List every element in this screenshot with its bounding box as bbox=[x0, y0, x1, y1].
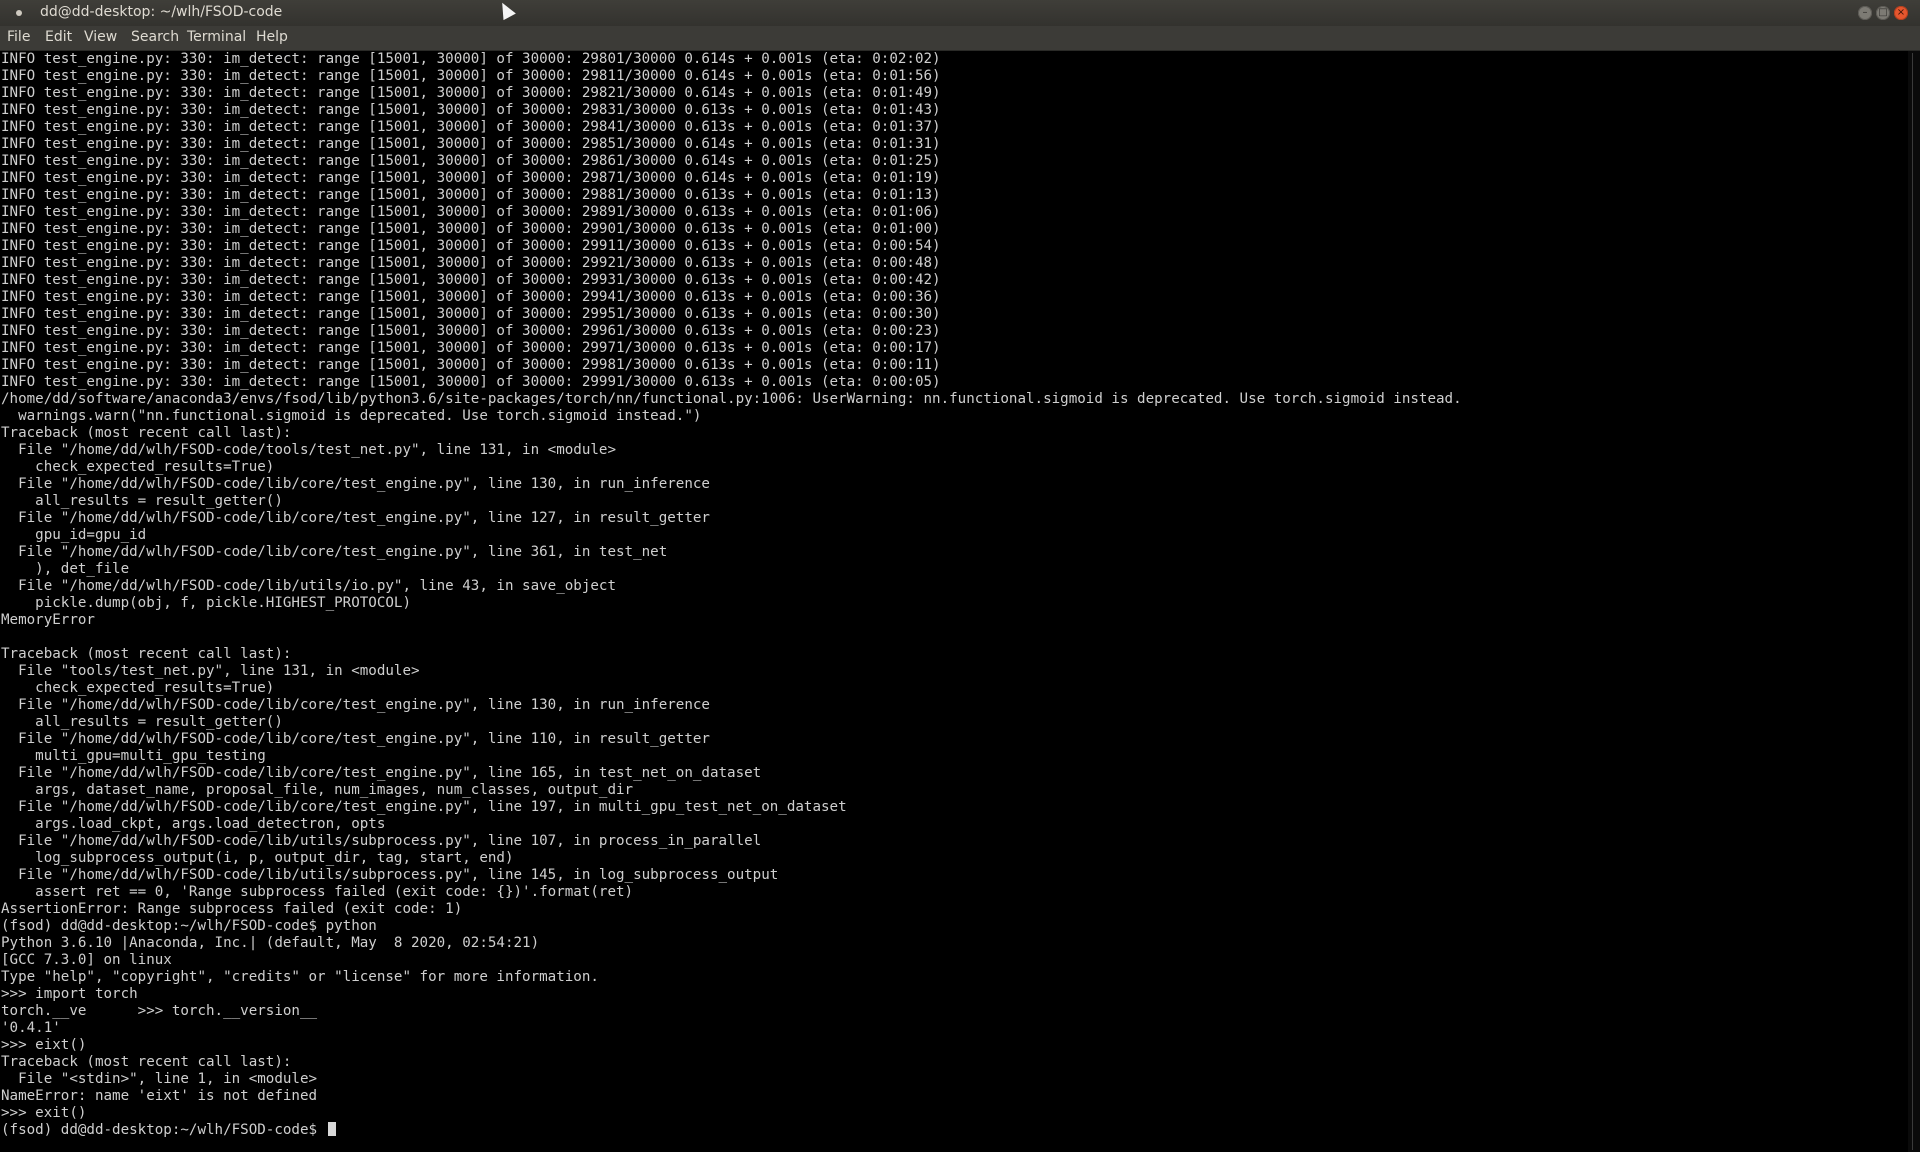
minimize-icon[interactable]: – bbox=[1858, 6, 1872, 20]
terminal-line: INFO test_engine.py: 330: im_detect: ran… bbox=[1, 357, 941, 373]
terminal-line: NameError: name 'eixt' is not defined bbox=[1, 1088, 318, 1104]
terminal-line: INFO test_engine.py: 330: im_detect: ran… bbox=[1, 221, 941, 237]
window-menu-icon[interactable] bbox=[16, 10, 22, 16]
terminal-line: '0.4.1' bbox=[1, 1020, 61, 1036]
terminal-line: >>> import torch bbox=[1, 986, 138, 1002]
terminal-line: Traceback (most recent call last): bbox=[1, 646, 292, 662]
maximize-icon[interactable]: □ bbox=[1876, 6, 1890, 20]
terminal-line: check_expected_results=True) bbox=[1, 680, 275, 696]
terminal-line: ), det_file bbox=[1, 561, 130, 577]
terminal-line: torch.__ve >>> torch.__version__ bbox=[1, 1003, 318, 1019]
terminal-line: check_expected_results=True) bbox=[1, 459, 275, 475]
terminal-line: INFO test_engine.py: 330: im_detect: ran… bbox=[1, 374, 941, 390]
text-cursor bbox=[327, 1122, 336, 1136]
terminal-line: INFO test_engine.py: 330: im_detect: ran… bbox=[1, 51, 941, 67]
terminal-line: INFO test_engine.py: 330: im_detect: ran… bbox=[1, 102, 941, 118]
terminal-line: File "/home/dd/wlh/FSOD-code/tools/test_… bbox=[1, 442, 616, 458]
terminal-line: multi_gpu=multi_gpu_testing bbox=[1, 748, 266, 764]
terminal-line: File "/home/dd/wlh/FSOD-code/lib/core/te… bbox=[1, 510, 710, 526]
close-icon[interactable]: × bbox=[1894, 6, 1908, 20]
menu-search[interactable]: Search bbox=[131, 29, 179, 45]
terminal-line: args, dataset_name, proposal_file, num_i… bbox=[1, 782, 634, 798]
terminal-line: File "/home/dd/wlh/FSOD-code/lib/utils/i… bbox=[1, 578, 616, 594]
terminal-line: File "/home/dd/wlh/FSOD-code/lib/core/te… bbox=[1, 799, 847, 815]
terminal-line: INFO test_engine.py: 330: im_detect: ran… bbox=[1, 306, 941, 322]
terminal-line: INFO test_engine.py: 330: im_detect: ran… bbox=[1, 119, 941, 135]
shell-prompt: (fsod) dd@dd-desktop:~/wlh/FSOD-code$ bbox=[1, 1122, 326, 1138]
terminal-line: gpu_id=gpu_id bbox=[1, 527, 147, 543]
menu-bar: File Edit View Search Terminal Help bbox=[0, 26, 1920, 51]
menu-view[interactable]: View bbox=[84, 29, 117, 45]
terminal-line: INFO test_engine.py: 330: im_detect: ran… bbox=[1, 340, 941, 356]
terminal-line: File "/home/dd/wlh/FSOD-code/lib/core/te… bbox=[1, 731, 710, 747]
terminal-line: INFO test_engine.py: 330: im_detect: ran… bbox=[1, 153, 941, 169]
terminal-scrollbar[interactable] bbox=[1908, 51, 1920, 1152]
scrollbar-track[interactable] bbox=[1912, 53, 1913, 1150]
terminal-line: warnings.warn("nn.functional.sigmoid is … bbox=[1, 408, 702, 424]
terminal-line: File "/home/dd/wlh/FSOD-code/lib/core/te… bbox=[1, 765, 762, 781]
terminal-line: assert ret == 0, 'Range subprocess faile… bbox=[1, 884, 634, 900]
prompt-line[interactable]: (fsod) dd@dd-desktop:~/wlh/FSOD-code$ bbox=[1, 1122, 1908, 1139]
terminal-line: /home/dd/software/anaconda3/envs/fsod/li… bbox=[1, 391, 1462, 407]
terminal-line: Type "help", "copyright", "credits" or "… bbox=[1, 969, 599, 985]
terminal-line: INFO test_engine.py: 330: im_detect: ran… bbox=[1, 204, 941, 220]
terminal-line: File "<stdin>", line 1, in <module> bbox=[1, 1071, 318, 1087]
terminal-line: INFO test_engine.py: 330: im_detect: ran… bbox=[1, 323, 941, 339]
terminal-line: INFO test_engine.py: 330: im_detect: ran… bbox=[1, 68, 941, 84]
terminal-line: args.load_ckpt, args.load_detectron, opt… bbox=[1, 816, 386, 832]
terminal-line: INFO test_engine.py: 330: im_detect: ran… bbox=[1, 255, 941, 271]
terminal-line: File "/home/dd/wlh/FSOD-code/lib/core/te… bbox=[1, 476, 710, 492]
terminal-line: log_subprocess_output(i, p, output_dir, … bbox=[1, 850, 514, 866]
terminal-line: Traceback (most recent call last): bbox=[1, 1054, 292, 1070]
menu-edit[interactable]: Edit bbox=[45, 29, 72, 45]
menu-terminal[interactable]: Terminal bbox=[187, 29, 246, 45]
terminal-line: [GCC 7.3.0] on linux bbox=[1, 952, 172, 968]
terminal-line: Traceback (most recent call last): bbox=[1, 425, 292, 441]
window-title: dd@dd-desktop: ~/wlh/FSOD-code bbox=[40, 4, 283, 20]
terminal-line: >>> exit() bbox=[1, 1105, 87, 1121]
terminal-line: pickle.dump(obj, f, pickle.HIGHEST_PROTO… bbox=[1, 595, 411, 611]
terminal-line: >>> eixt() bbox=[1, 1037, 87, 1053]
terminal-line: File "/home/dd/wlh/FSOD-code/lib/utils/s… bbox=[1, 867, 779, 883]
terminal-line: File "/home/dd/wlh/FSOD-code/lib/core/te… bbox=[1, 544, 668, 560]
menu-file[interactable]: File bbox=[7, 29, 30, 45]
terminal-output[interactable]: INFO test_engine.py: 330: im_detect: ran… bbox=[0, 51, 1908, 1152]
terminal-line: AssertionError: Range subprocess failed … bbox=[1, 901, 463, 917]
terminal-line: INFO test_engine.py: 330: im_detect: ran… bbox=[1, 85, 941, 101]
title-bar[interactable]: dd@dd-desktop: ~/wlh/FSOD-code – □ × bbox=[0, 0, 1920, 26]
terminal-line: INFO test_engine.py: 330: im_detect: ran… bbox=[1, 238, 941, 254]
terminal-line: all_results = result_getter() bbox=[1, 493, 283, 509]
terminal-line: INFO test_engine.py: 330: im_detect: ran… bbox=[1, 136, 941, 152]
terminal-line: all_results = result_getter() bbox=[1, 714, 283, 730]
terminal-line: Python 3.6.10 |Anaconda, Inc.| (default,… bbox=[1, 935, 540, 951]
terminal-window: dd@dd-desktop: ~/wlh/FSOD-code – □ × Fil… bbox=[0, 0, 1920, 1152]
terminal-line: File "/home/dd/wlh/FSOD-code/lib/core/te… bbox=[1, 697, 710, 713]
terminal-line: INFO test_engine.py: 330: im_detect: ran… bbox=[1, 272, 941, 288]
terminal-line: MemoryError bbox=[1, 612, 95, 628]
menu-help[interactable]: Help bbox=[256, 29, 288, 45]
terminal-line: INFO test_engine.py: 330: im_detect: ran… bbox=[1, 170, 941, 186]
terminal-line: File "tools/test_net.py", line 131, in <… bbox=[1, 663, 420, 679]
terminal-text: INFO test_engine.py: 330: im_detect: ran… bbox=[0, 51, 1908, 1139]
terminal-line: File "/home/dd/wlh/FSOD-code/lib/utils/s… bbox=[1, 833, 762, 849]
terminal-line: INFO test_engine.py: 330: im_detect: ran… bbox=[1, 289, 941, 305]
terminal-line: INFO test_engine.py: 330: im_detect: ran… bbox=[1, 187, 941, 203]
terminal-line: (fsod) dd@dd-desktop:~/wlh/FSOD-code$ py… bbox=[1, 918, 377, 934]
